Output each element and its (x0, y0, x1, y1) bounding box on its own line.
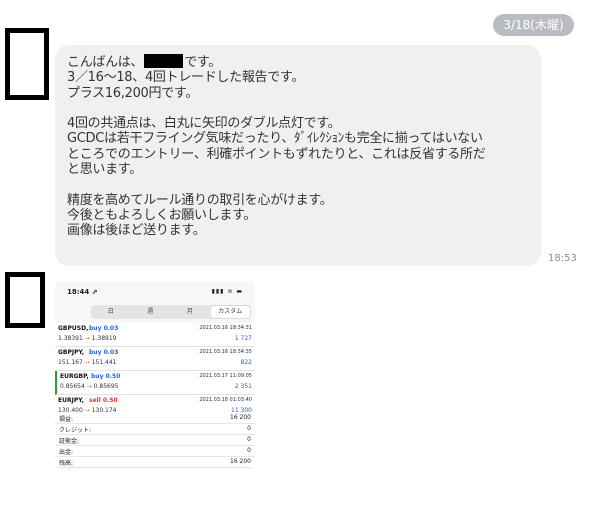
trade-symbol: GBPJPY, (58, 349, 85, 356)
message-line: 4回の共通点は、白丸に矢印のダブル点灯です。 (67, 116, 341, 132)
trade-side: sell 0.50 (89, 397, 118, 404)
trade-price: 1.38391 → 1.38919 (58, 335, 117, 342)
trade-row: GBPJPY, buy 0.03 2021.03.16 18:34:35 151… (55, 347, 255, 371)
message-line: 精度を高めてルール通りの取引を心がけます。 (67, 192, 333, 208)
summary-row: 証拠金: 0 (55, 435, 255, 446)
summary-row: 損益: 16 200 (55, 413, 255, 424)
arrow-right-icon: → (84, 359, 90, 366)
message-line: 画像は後ほど送ります。 (67, 223, 206, 239)
trade-profit: 1 727 (234, 335, 252, 342)
tab-day: 日 (107, 308, 114, 315)
trade-side: buy 0.03 (89, 325, 119, 332)
period-tabs: 日 週 月 カスタム (91, 305, 251, 319)
trade-profit: 2 351 (234, 383, 252, 390)
tab-custom: カスタム (210, 306, 250, 318)
trade-side: buy 0.03 (89, 349, 119, 356)
summary-row: 出金: 0 (55, 446, 255, 457)
account-summary: 損益: 16 200 クレジット: 0 証拠金: 0 出金: 0 残高: 16 200 (55, 413, 255, 468)
message-line: プラス16,200円です。 (67, 85, 199, 101)
status-icons: ▮▮▮ ≋ ▬ (211, 288, 243, 295)
redacted-name (144, 54, 184, 68)
trade-symbol: EURGBP, (60, 373, 89, 380)
image-message[interactable]: 18:44 ⇗ ▮▮▮ ≋ ▬ 日 週 月 カスタム GBPUSD, buy 0… (55, 281, 255, 469)
tab-week: 週 (147, 308, 154, 315)
summary-row: クレジット: 0 (55, 424, 255, 435)
summary-row: 残高: 16 200 (55, 457, 255, 468)
sender-avatar[interactable] (5, 272, 45, 328)
trade-date: 2021.03.18 01:03:40 (199, 397, 252, 403)
message-line: と思います。 (67, 162, 142, 178)
trade-symbol: GBPUSD, (58, 325, 89, 332)
message-line: 3／16〜18、4回トレードした報告です。 (67, 70, 305, 86)
trade-row: EURGBP, buy 0.50 2021.03.17 11:09:05 0.8… (55, 371, 255, 395)
tab-month: 月 (186, 308, 193, 315)
status-time: 18:44 ⇗ (67, 288, 98, 296)
trade-side: buy 0.50 (91, 373, 121, 380)
date-badge: 3/18(木曜) (493, 14, 574, 36)
trade-row: GBPUSD, buy 0.03 2021.03.16 18:34:31 1.3… (55, 323, 255, 347)
trade-list: GBPUSD, buy 0.03 2021.03.16 18:34:31 1.3… (55, 323, 255, 419)
sender-avatar[interactable] (5, 28, 49, 100)
message-line: GCDCは若干フライング気味だったり、ﾀﾞｲﾚｸｼｮﾝも完全に揃ってはいない (67, 131, 483, 147)
message-time: 18:53 (548, 253, 577, 264)
trade-date: 2021.03.16 18:34:35 (199, 349, 252, 355)
trade-symbol: EURJPY, (58, 397, 84, 404)
arrow-right-icon: → (86, 383, 92, 390)
trade-price: 151.167 → 151.441 (58, 359, 117, 366)
message-line: こんばんは、 です。 (67, 54, 222, 70)
trade-date: 2021.03.17 11:09:05 (199, 373, 252, 379)
trade-price: 0.85654 → 0.85695 (60, 383, 119, 390)
trade-profit: 822 (240, 359, 252, 366)
message-line: 今後ともよろしくお願いします。 (67, 207, 257, 223)
message-line: ところでのエントリー、利確ポイントもずれたりと、これは反省する所だ (67, 146, 486, 162)
arrow-right-icon: → (84, 335, 90, 342)
trade-date: 2021.03.16 18:34:31 (199, 325, 252, 331)
message-bubble: こんばんは、 です。 3／16〜18、4回トレードした報告です。 プラス16,20… (55, 45, 541, 266)
